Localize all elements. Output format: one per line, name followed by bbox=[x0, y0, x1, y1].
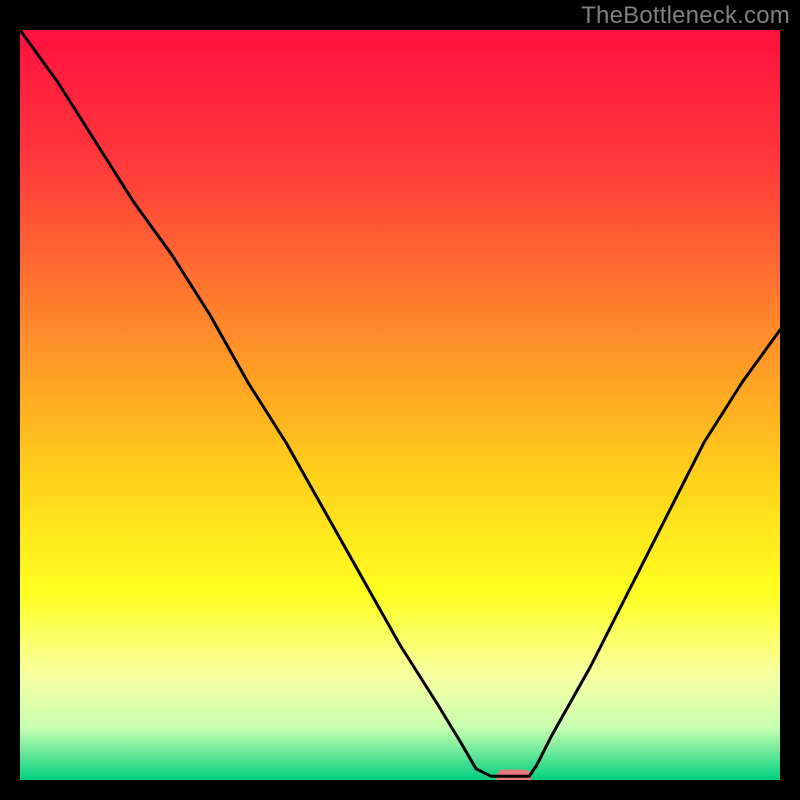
chart-container: TheBottleneck.com bbox=[0, 0, 800, 800]
chart-svg bbox=[20, 30, 780, 780]
gradient-background bbox=[20, 30, 780, 780]
watermark-text: TheBottleneck.com bbox=[581, 2, 790, 30]
plot-area bbox=[20, 30, 780, 780]
